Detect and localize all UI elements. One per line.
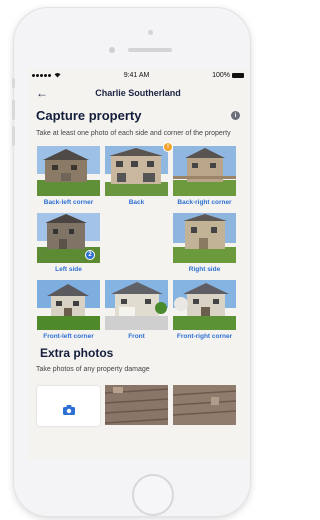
mute-switch	[12, 78, 15, 88]
extra-description: Take photos of any property damage	[36, 365, 150, 373]
photo-thumbnail[interactable]	[105, 279, 168, 330]
volume-down-button	[12, 126, 15, 146]
tile-label: Back	[128, 198, 145, 206]
front-camera	[109, 47, 115, 53]
extra-photos-row	[36, 381, 240, 426]
section-title-extra: Extra photos	[40, 345, 114, 360]
back-arrow-icon[interactable]: ←	[36, 86, 48, 100]
tile-front[interactable]: Front	[105, 279, 168, 340]
photo-thumbnail[interactable]	[173, 212, 236, 263]
photo-thumbnail[interactable]	[37, 145, 100, 196]
earpiece-speaker	[128, 48, 172, 52]
capture-header: Capture property i	[36, 108, 240, 123]
tile-label: Front-right corner	[176, 332, 233, 340]
nav-bar: ← Charlie Southerland	[28, 82, 248, 104]
tile-label: Back-left corner	[43, 198, 94, 206]
tile-back-right-corner[interactable]: Back-right corner	[173, 145, 236, 206]
section-title-capture: Capture property	[36, 108, 142, 123]
tile-label: Front-left corner	[43, 332, 94, 340]
tile-right-side[interactable]: Right side	[173, 212, 236, 273]
tile-front-left-corner[interactable]: Front-left corner	[37, 279, 100, 340]
status-time: 9:41 AM	[123, 71, 150, 79]
signal-strength-icon	[32, 73, 51, 77]
damage-photo-thumbnail[interactable]	[172, 384, 237, 425]
photo-thumbnail[interactable]	[173, 145, 236, 196]
tile-label: Right side	[188, 265, 221, 273]
capture-grid: Back-left corner ! Back Back-right corne…	[36, 141, 240, 342]
volume-up-button	[12, 100, 15, 120]
capture-description: Take at least one photo of each side and…	[36, 130, 231, 137]
home-button[interactable]	[132, 474, 174, 516]
add-photo-button[interactable]	[37, 385, 100, 426]
warning-badge: !	[163, 141, 173, 152]
tile-label: Front	[128, 332, 145, 340]
wifi-icon	[54, 72, 61, 78]
app-screen: 9:41 AM 100% ← Charlie Southerland Captu…	[28, 68, 248, 460]
main-content: Capture property i Take at least one pho…	[28, 108, 248, 426]
tile-left-side[interactable]: 2 Left side	[37, 212, 100, 273]
tile-back[interactable]: ! Back	[105, 141, 173, 206]
battery-icon	[232, 72, 244, 78]
camera-icon	[63, 404, 75, 415]
signal-group	[32, 72, 61, 78]
status-bar: 9:41 AM 100%	[28, 68, 248, 82]
tile-label: Back-right corner	[177, 198, 232, 206]
photo-thumbnail[interactable]	[105, 145, 168, 196]
photo-thumbnail[interactable]	[173, 279, 236, 330]
photo-thumbnail[interactable]	[37, 279, 100, 330]
nav-title: Charlie Southerland	[95, 88, 181, 98]
photo-count-badge: 2	[85, 249, 95, 260]
battery-percent: 100%	[212, 71, 230, 79]
battery-group: 100%	[212, 72, 244, 79]
tile-label: Left side	[55, 265, 82, 273]
info-icon[interactable]: i	[231, 111, 240, 120]
sensor-dot	[148, 30, 153, 35]
tile-front-right-corner[interactable]: Front-right corner	[173, 279, 236, 340]
damage-photo-thumbnail[interactable]	[104, 384, 169, 425]
tile-back-left-corner[interactable]: Back-left corner	[37, 145, 100, 206]
